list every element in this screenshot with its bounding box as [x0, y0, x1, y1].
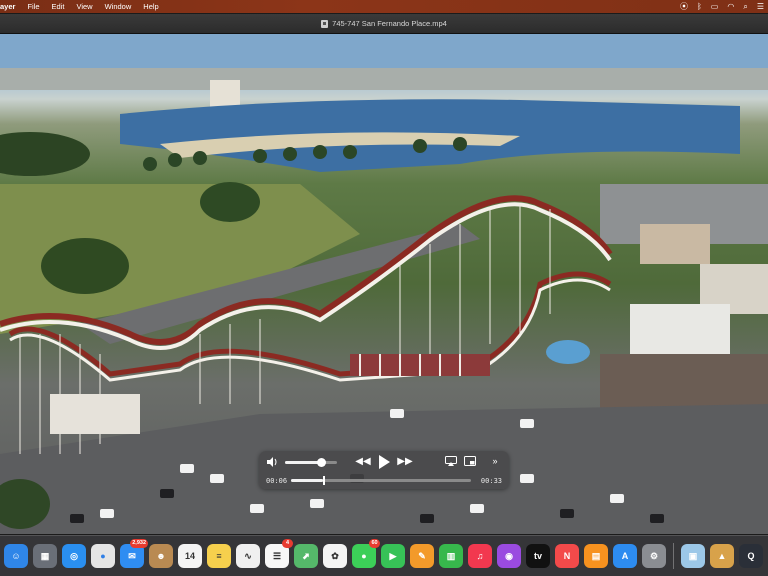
menu-window[interactable]: Window	[99, 0, 138, 13]
dock-app-glyph: ≡	[216, 551, 222, 561]
notification-badge: 4	[282, 539, 293, 548]
appletv-icon[interactable]: tv	[526, 544, 550, 568]
dock-app-glyph: tv	[533, 551, 542, 561]
dock-app-glyph: ☻	[156, 551, 166, 561]
numbers-icon[interactable]: ▥	[439, 544, 463, 568]
dock-app-glyph: Q	[747, 551, 755, 561]
settings-icon[interactable]: ⚙	[642, 544, 666, 568]
video-frame[interactable]: ◀◀ ▶▶ » 00:06 00:33	[0, 34, 768, 534]
dock-app-glyph: ♫	[476, 551, 484, 561]
mail-icon[interactable]: ✉ 2,932	[120, 539, 148, 568]
freeform-icon[interactable]: ∿	[236, 544, 260, 568]
chrome-icon[interactable]: ●	[91, 544, 115, 568]
dock-app-glyph: ▣	[688, 550, 698, 561]
menu-bar: ayer File Edit View Window Help ⦿ ᛒ ▭ ◠ …	[0, 0, 768, 13]
dock-app-glyph: ☰	[272, 550, 282, 561]
notes-icon[interactable]: ≡	[207, 544, 231, 568]
reminders-icon[interactable]: ☰ 4	[265, 539, 293, 568]
menu-edit[interactable]: Edit	[46, 0, 71, 13]
timeline-progress	[291, 479, 324, 482]
dock-app-glyph: ∿	[244, 550, 252, 561]
rewind-button[interactable]: ◀◀	[355, 456, 371, 468]
appstore-icon[interactable]: A	[613, 544, 637, 568]
dock-app-glyph: ▶	[389, 550, 397, 561]
dock-app-glyph: ▲	[717, 551, 727, 561]
current-time: 00:06	[266, 477, 288, 485]
wifi-icon[interactable]: ◠	[727, 0, 734, 13]
menu-help[interactable]: Help	[137, 0, 164, 13]
dock-app-glyph: ▤	[591, 550, 601, 561]
bluetooth-icon[interactable]: ᛒ	[697, 0, 702, 13]
notification-badge: 60	[369, 539, 380, 548]
dock-app-glyph: ⬈	[302, 550, 310, 561]
dock-app-glyph: ●	[361, 551, 367, 561]
airplay-icon[interactable]	[445, 456, 457, 466]
dock-app-glyph: ●	[100, 551, 106, 561]
battery-icon[interactable]: ▭	[711, 0, 719, 13]
calendar-icon[interactable]: 14	[178, 544, 202, 568]
contacts-icon[interactable]: ☻	[149, 544, 173, 568]
dock-app-glyph: ✎	[418, 550, 426, 561]
messages-icon[interactable]: ● 60	[352, 539, 380, 568]
dock-app-glyph: ✿	[331, 550, 339, 561]
podcasts-icon[interactable]: ◉	[497, 544, 521, 568]
playhead[interactable]	[323, 476, 326, 485]
dock: ☺ ▦ ◎ ● ✉ 2,932 ☻ 14 ≡ ∿ ☰ 4 ⬈ ✿ ● 60 ▶ ✎ ▥ ♫ ◉ tv N ▤ A ⚙ ▣ ▲ Q	[0, 535, 768, 576]
music-icon[interactable]: ♫	[468, 544, 492, 568]
dock-app-glyph: 14	[184, 551, 195, 561]
fast-forward-button[interactable]: ▶▶	[397, 456, 413, 468]
menu-app-name[interactable]: ayer	[0, 0, 21, 13]
safari-icon[interactable]: ◎	[62, 544, 86, 568]
player-window: 745-747 San Fernando Place.mp4 ◀◀ ▶▶ » 0…	[0, 14, 768, 534]
dock-app-glyph: ◉	[505, 550, 513, 561]
play-button[interactable]	[376, 454, 392, 470]
volume-knob[interactable]	[317, 458, 327, 467]
image-capture-icon[interactable]: ▲	[710, 544, 734, 568]
search-icon[interactable]: ⌕	[743, 0, 747, 13]
maps-icon[interactable]: ⬈	[294, 544, 318, 568]
menu-file[interactable]: File	[21, 0, 45, 13]
news-icon[interactable]: N	[555, 544, 579, 568]
video-file-icon	[321, 19, 329, 28]
notification-badge: 2,932	[130, 539, 148, 548]
timeline-scrubber[interactable]	[291, 476, 471, 485]
control-center-icon[interactable]: ☰	[757, 0, 764, 13]
quicktime-icon[interactable]: Q	[739, 544, 763, 568]
window-titlebar[interactable]: 745-747 San Fernando Place.mp4	[0, 14, 768, 34]
menu-view[interactable]: View	[70, 0, 98, 13]
record-icon[interactable]: ⦿	[680, 0, 688, 13]
dock-separator	[673, 543, 674, 569]
volume-slider[interactable]	[285, 458, 337, 467]
dock-app-glyph: ▦	[40, 550, 50, 561]
dock-app-glyph: N	[563, 551, 571, 561]
facetime-icon[interactable]: ▶	[381, 544, 405, 568]
volume-fill	[285, 461, 322, 464]
picture-in-picture-icon[interactable]	[464, 456, 476, 466]
dock-app-glyph: ⚙	[649, 550, 659, 561]
books-icon[interactable]: ▤	[584, 544, 608, 568]
playback-controls: ◀◀ ▶▶ » 00:06 00:33	[259, 451, 509, 489]
dock-app-glyph: A	[621, 551, 629, 561]
dock-app-glyph: ✉	[128, 550, 136, 561]
preview-icon[interactable]: ▣	[681, 544, 705, 568]
finder-icon[interactable]: ☺	[4, 544, 28, 568]
window-title: 745-747 San Fernando Place.mp4	[332, 19, 447, 28]
dock-app-glyph: ☺	[11, 551, 21, 561]
dock-app-glyph: ◎	[70, 550, 78, 561]
dock-app-glyph: ▥	[446, 550, 456, 561]
pages-icon[interactable]: ✎	[410, 544, 434, 568]
photos-icon[interactable]: ✿	[323, 544, 347, 568]
volume-icon[interactable]	[267, 457, 279, 467]
launchpad-icon[interactable]: ▦	[33, 544, 57, 568]
more-options-icon[interactable]: »	[489, 455, 501, 467]
total-time: 00:33	[480, 477, 502, 485]
